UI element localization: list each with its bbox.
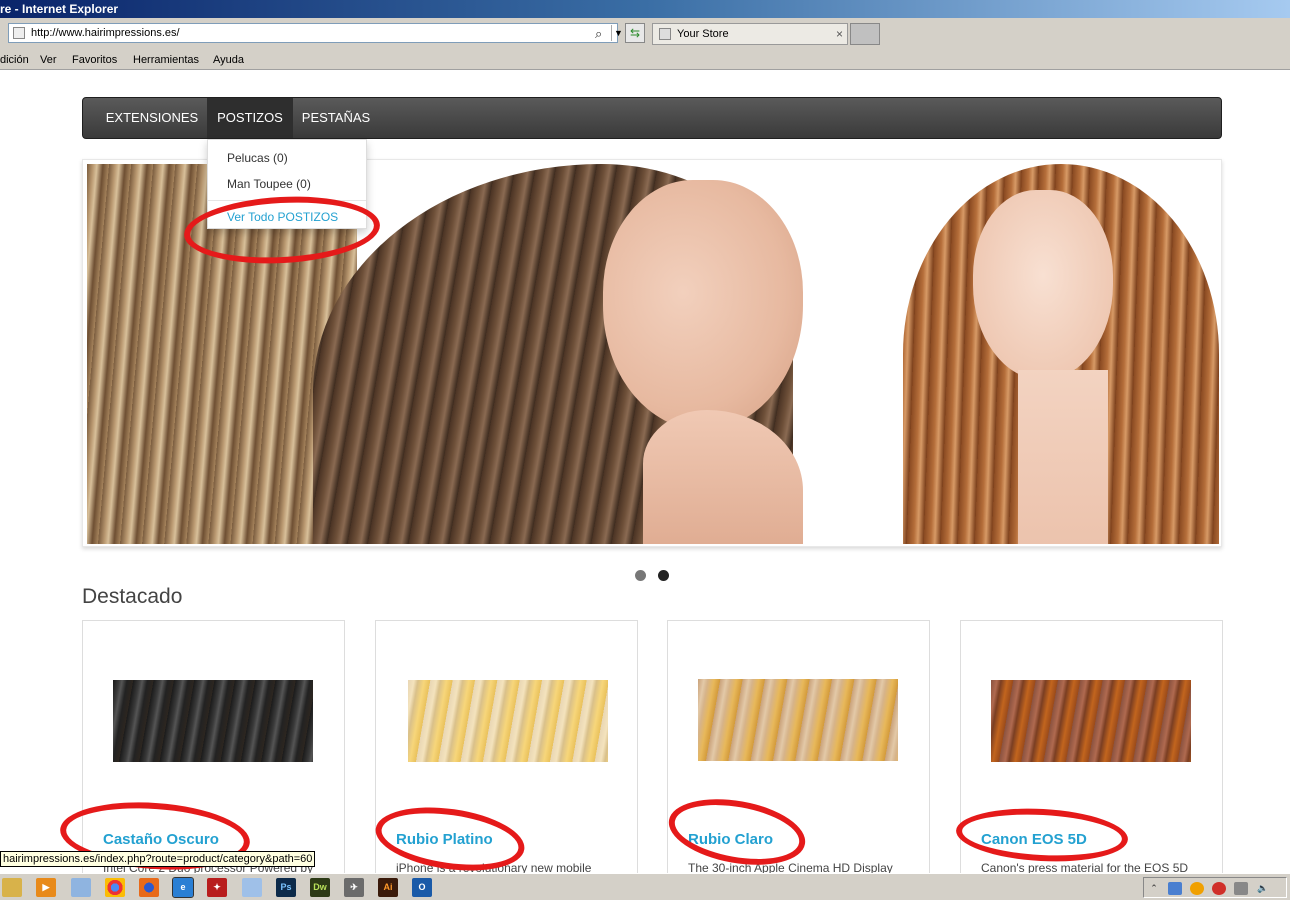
window-title-bar: re - Internet Explorer xyxy=(0,0,1290,18)
browser-icon[interactable]: ✈ xyxy=(344,878,364,897)
address-url: http://www.hairimpressions.es/ xyxy=(31,27,180,39)
model-face-image xyxy=(603,180,803,430)
main-navbar: EXTENSIONES POSTIZOS PESTAÑAS xyxy=(82,97,1222,139)
second-model-face-image xyxy=(973,190,1113,380)
page-icon xyxy=(13,27,25,39)
update-icon[interactable] xyxy=(1190,882,1204,895)
chevron-up-icon[interactable]: ⌃ xyxy=(1147,882,1161,895)
postizos-dropdown: Pelucas (0) Man Toupee (0) Ver Todo POST… xyxy=(207,139,367,229)
status-link-url: hairimpressions.es/index.php?route=produ… xyxy=(0,851,316,867)
slideshow-pager-dot[interactable] xyxy=(635,570,646,581)
slideshow-pager-dot-active[interactable] xyxy=(658,570,669,581)
product-image[interactable] xyxy=(408,680,608,762)
system-tray: ⌃ 🔈 xyxy=(1143,877,1287,898)
page-icon xyxy=(659,28,671,40)
acrobat-icon[interactable]: ✦ xyxy=(207,878,227,897)
product-card: Rubio Claro The 30-inch Apple Cinema HD … xyxy=(667,620,930,873)
menu-tools[interactable]: Herramientas xyxy=(133,54,199,66)
product-name-link[interactable]: Canon EOS 5D xyxy=(981,831,1087,848)
illustrator-icon[interactable]: Ai xyxy=(378,878,398,897)
chrome-icon[interactable] xyxy=(105,878,125,897)
menu-favorites[interactable]: Favoritos xyxy=(72,54,117,66)
page-viewport: EXTENSIONES POSTIZOS PESTAÑAS Pelucas (0… xyxy=(0,71,1290,873)
search-icon[interactable]: ⌕ xyxy=(595,25,602,43)
photoshop-icon[interactable]: Ps xyxy=(276,878,296,897)
dropdown-divider xyxy=(208,200,366,201)
window-title: re - Internet Explorer xyxy=(0,2,119,16)
nav-item-extensiones[interactable]: EXTENSIONES xyxy=(99,98,205,138)
product-card: Castaño Oscuro Intel Core 2 Duo processo… xyxy=(82,620,345,873)
new-tab-button[interactable] xyxy=(850,23,880,45)
product-image[interactable] xyxy=(698,679,898,761)
outlook-icon[interactable]: O xyxy=(412,878,432,897)
menu-edit[interactable]: dición xyxy=(0,54,29,66)
display-icon[interactable] xyxy=(1234,882,1248,895)
speaker-icon[interactable]: 🔈 xyxy=(1256,882,1270,895)
product-name-link[interactable]: Rubio Platino xyxy=(396,831,493,848)
address-input[interactable]: http://www.hairimpressions.es/ ⌕ ▼ xyxy=(8,23,623,43)
documents-icon[interactable] xyxy=(242,878,262,897)
dropdown-view-all-link[interactable]: Ver Todo POSTIZOS xyxy=(227,210,338,224)
notepad-icon[interactable] xyxy=(71,878,91,897)
product-card: Canon EOS 5D Canon's press material for … xyxy=(960,620,1223,873)
product-description: iPhone is a revolutionary new mobile xyxy=(396,861,592,873)
dropdown-item-pelucas[interactable]: Pelucas (0) xyxy=(227,151,288,165)
taskbar: ▶ e ✦ Ps Dw ✈ Ai O ⌃ 🔈 xyxy=(0,873,1290,900)
address-bar: http://www.hairimpressions.es/ ⌕ ▼ xyxy=(0,18,1290,50)
antivirus-icon[interactable] xyxy=(1212,882,1226,895)
second-model-neck-image xyxy=(1018,370,1108,544)
dropdown-item-man-toupee[interactable]: Man Toupee (0) xyxy=(227,177,311,191)
close-icon[interactable]: × xyxy=(836,24,843,44)
menu-bar: dición Ver Favoritos Herramientas Ayuda xyxy=(0,50,1290,70)
product-image[interactable] xyxy=(991,680,1191,762)
product-card: Rubio Platino iPhone is a revolutionary … xyxy=(375,620,638,873)
ie-icon[interactable]: e xyxy=(172,877,194,898)
product-description: The 30-inch Apple Cinema HD Display xyxy=(688,861,893,873)
featured-title: Destacado xyxy=(82,585,183,608)
firefox-icon[interactable] xyxy=(139,878,159,897)
media-player-icon[interactable]: ▶ xyxy=(36,878,56,897)
menu-help[interactable]: Ayuda xyxy=(213,54,244,66)
menu-view[interactable]: Ver xyxy=(40,54,57,66)
network-icon[interactable] xyxy=(1168,882,1182,895)
product-name-link[interactable]: Castaño Oscuro xyxy=(103,831,219,848)
product-description: Canon's press material for the EOS 5D xyxy=(981,861,1189,873)
product-name-link[interactable]: Rubio Claro xyxy=(688,831,773,848)
folder-icon[interactable] xyxy=(2,878,22,897)
tab-title: Your Store xyxy=(677,28,729,40)
product-image[interactable] xyxy=(113,680,313,762)
nav-item-pestanas[interactable]: PESTAÑAS xyxy=(295,98,377,138)
dreamweaver-icon[interactable]: Dw xyxy=(310,878,330,897)
refresh-icon: ⇆ xyxy=(629,26,641,40)
tab-your-store[interactable]: Your Store × xyxy=(652,23,848,45)
chevron-down-icon[interactable]: ▼ xyxy=(611,25,625,41)
nav-item-postizos[interactable]: POSTIZOS xyxy=(207,98,293,138)
refresh-button[interactable]: ⇆ xyxy=(625,23,645,43)
